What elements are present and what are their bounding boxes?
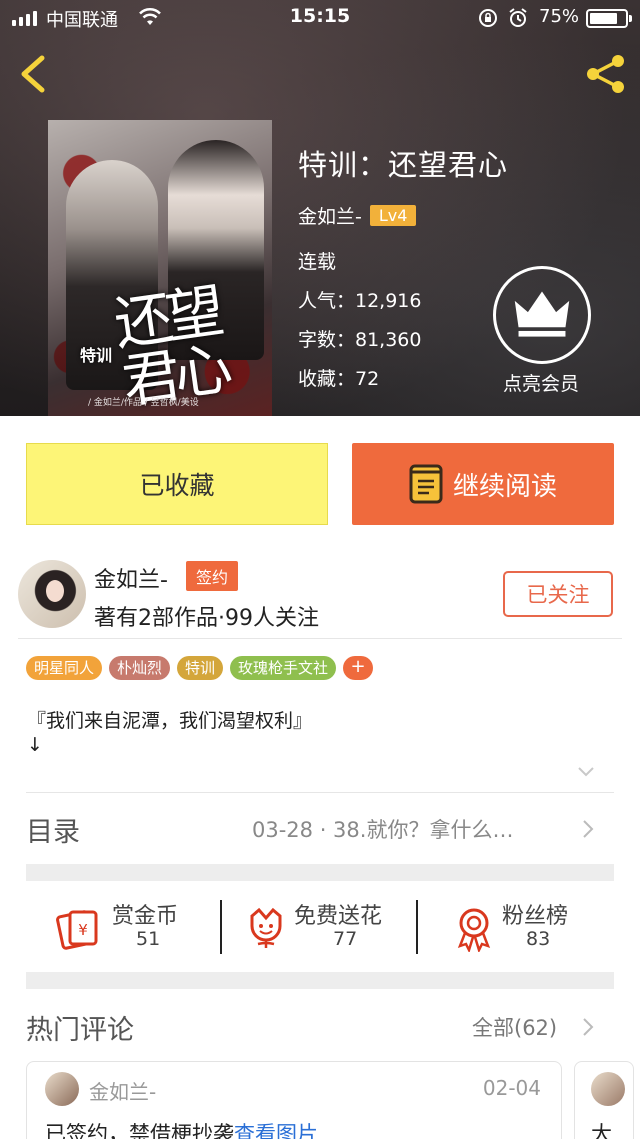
divider [18, 638, 622, 639]
tag-item[interactable]: 特训 [177, 656, 224, 680]
comments-title: 热门评论 [26, 1015, 134, 1046]
toc-latest-chapter[interactable]: 03-28 · 38.就你？拿什么… [252, 814, 513, 844]
book-summary: 『我们来自泥潭，我们渴望权利』 [27, 710, 313, 732]
author-name[interactable]: 金如兰- [94, 562, 168, 594]
book-cover[interactable]: 还望君心 特训 / 金如兰/作品 / 昱哲枫/美设 [48, 120, 272, 416]
action-count: 77 [333, 928, 358, 950]
battery-icon [586, 9, 632, 28]
book-icon [409, 464, 443, 504]
follow-button[interactable]: 已关注 [503, 571, 613, 617]
continue-reading-label: 继续阅读 [452, 471, 557, 502]
signed-badge: 签约 [186, 561, 239, 591]
rotation-lock-icon [479, 9, 497, 27]
battery-percent: 75% [539, 6, 580, 27]
chevron-down-icon[interactable] [577, 766, 595, 778]
comment-body: 大 [591, 1122, 612, 1139]
action-count: 83 [526, 928, 551, 950]
tag-item[interactable]: 明星同人 [26, 656, 103, 680]
rosette-icon [457, 908, 491, 952]
toc-title[interactable]: 目录 [26, 810, 80, 849]
tag-list: 明星同人 朴灿烈 特训 玫瑰枪手文社 + [26, 656, 374, 680]
book-title: 特训：还望君心 [298, 148, 509, 182]
back-icon[interactable] [14, 52, 54, 96]
comment-text: 已签约，禁借梗抄袭查看图片 [45, 1118, 318, 1139]
favorited-button[interactable]: 已收藏 [26, 443, 328, 525]
red-envelope-icon: ¥ [56, 910, 98, 950]
author-stats: 著有2部作品·99人关注 [94, 606, 319, 631]
svg-text:¥: ¥ [78, 921, 88, 939]
comment-avatar[interactable] [591, 1072, 625, 1106]
share-icon[interactable] [584, 52, 628, 96]
summary-arrow: ↓ [27, 734, 43, 756]
section-gap [26, 864, 614, 881]
comment-avatar[interactable] [45, 1072, 79, 1106]
divider [26, 792, 614, 793]
tag-item[interactable]: 朴灿烈 [109, 656, 171, 680]
cover-subtitle-art: 特训 [80, 346, 113, 365]
continue-reading-button[interactable]: 继续阅读 [352, 443, 614, 525]
comment-card[interactable]: 金如兰- 02-04 已签约，禁借梗抄袭查看图片 [26, 1061, 562, 1139]
member-label[interactable]: 点亮会员 [468, 369, 614, 396]
book-info: 特训：还望君心 金如兰- Lv4 连载 人气：12,916 字数：81,360 … [298, 142, 508, 391]
divider [416, 900, 418, 954]
alarm-icon [509, 8, 527, 27]
book-author[interactable]: 金如兰- [298, 202, 362, 229]
status-bar: 中国联通 15:15 75% [0, 0, 640, 38]
crown-icon[interactable] [493, 266, 591, 364]
action-count: 51 [136, 928, 161, 950]
comment-body: 已签约，禁借梗抄袭 [45, 1122, 234, 1139]
cover-title-art: 还望君心 [109, 276, 231, 416]
author-avatar[interactable] [18, 560, 86, 628]
section-gap [26, 972, 614, 989]
chevron-right-icon[interactable] [582, 819, 594, 839]
send-flower-button[interactable]: 免费送花 77 [246, 890, 426, 970]
action-label: 免费送花 [294, 904, 383, 929]
flower-icon [250, 907, 282, 948]
view-image-link[interactable]: 查看图片 [234, 1122, 318, 1139]
book-word-count: 字数：81,360 [298, 329, 422, 351]
action-label: 赏金币 [112, 904, 179, 929]
add-tag-button[interactable]: + [343, 656, 374, 680]
comment-card[interactable]: 大 [574, 1061, 634, 1139]
comment-user[interactable]: 金如兰- [89, 1076, 156, 1105]
divider [220, 900, 222, 954]
action-bar: ¥ 赏金币 51 免费送花 77 粉丝榜 83 [26, 890, 614, 970]
book-status: 连载 [298, 251, 337, 273]
reward-coins-button[interactable]: ¥ 赏金币 51 [56, 890, 226, 970]
comment-date: 02-04 [482, 1076, 541, 1100]
author-level-badge: Lv4 [369, 205, 417, 226]
fan-ranking-button[interactable]: 粉丝榜 83 [454, 890, 614, 970]
book-popularity: 人气：12,916 [298, 290, 422, 312]
action-label: 粉丝榜 [502, 904, 569, 929]
chevron-right-icon[interactable] [582, 1017, 594, 1037]
tag-item[interactable]: 玫瑰枪手文社 [230, 656, 337, 680]
comments-all-link[interactable]: 全部(62) [472, 1012, 557, 1042]
book-header: 中国联通 15:15 75% 还望君心 特训 / 金如兰/作品 / 昱哲枫/美设… [0, 0, 640, 416]
cover-credit: / 金如兰/作品 / 昱哲枫/美设 [88, 398, 199, 408]
